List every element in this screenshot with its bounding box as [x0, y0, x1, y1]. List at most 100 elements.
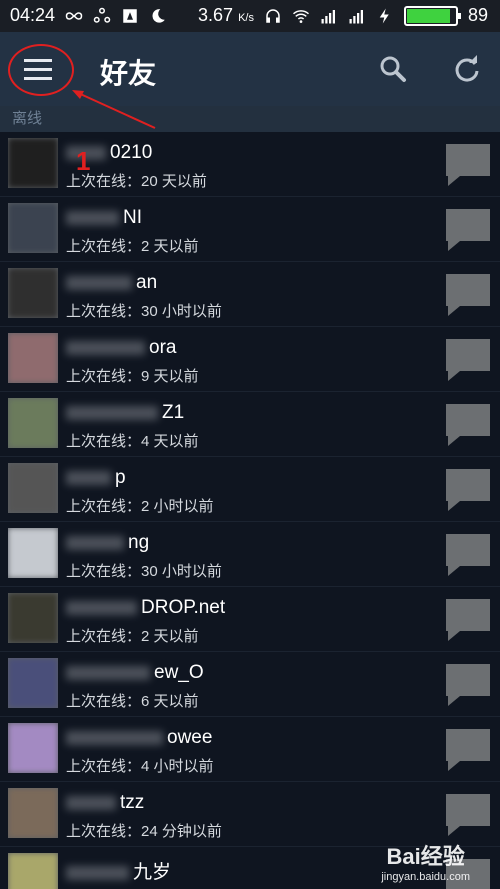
name-redaction [66, 405, 158, 420]
avatar-image [8, 138, 58, 188]
charging-icon [379, 8, 389, 23]
friend-name: NI [66, 207, 142, 229]
friend-row[interactable]: p 上次在线：2 小时以前 [0, 457, 500, 522]
friend-row[interactable]: Z1 上次在线：4 天以前 [0, 392, 500, 457]
avatar[interactable] [8, 333, 58, 383]
chat-icon[interactable] [444, 662, 492, 708]
wifi-icon [292, 9, 309, 23]
avatar[interactable] [8, 268, 58, 318]
last-online-status: 上次在线：6 天以前 [66, 693, 199, 710]
avatar[interactable] [8, 788, 58, 838]
friend-name: p [66, 467, 126, 489]
chat-icon[interactable] [444, 207, 492, 253]
avatar[interactable] [8, 593, 58, 643]
status-bar: 04:24 3.67 K/s 89 [0, 0, 500, 32]
friend-name: 0210 [66, 142, 152, 164]
friend-name-text: 九岁 [133, 862, 172, 883]
chat-icon[interactable] [444, 857, 492, 889]
chat-icon[interactable] [444, 727, 492, 773]
avatar-image [8, 528, 58, 578]
friend-list: 0210 上次在线：20 天以前 NI 上次在线：2 天以前 an 上次在线：30 小时以… [0, 132, 500, 889]
name-redaction [66, 340, 145, 355]
chat-icon[interactable] [444, 142, 492, 188]
chat-icon[interactable] [444, 337, 492, 383]
offline-section-header: 离线 [0, 106, 500, 132]
friend-name-text: Z1 [162, 402, 185, 423]
avatar[interactable] [8, 528, 58, 578]
app-bar: 好友 [0, 32, 500, 106]
friend-name-text: ng [128, 532, 150, 553]
friend-row[interactable]: 0210 上次在线：20 天以前 [0, 132, 500, 197]
clock: 04:24 [10, 5, 56, 25]
chat-icon[interactable] [444, 792, 492, 838]
speed-unit: K/s [238, 12, 254, 24]
friend-row[interactable]: ora 上次在线：9 天以前 [0, 327, 500, 392]
name-redaction [66, 600, 137, 615]
avatar[interactable] [8, 853, 58, 889]
name-redaction [66, 795, 116, 810]
friend-name-text: an [136, 272, 158, 293]
last-online-status: 上次在线：30 小时以前 [66, 563, 222, 580]
avatar[interactable] [8, 463, 58, 513]
name-redaction [66, 275, 132, 290]
name-redaction [66, 145, 106, 160]
avatar[interactable] [8, 138, 58, 188]
avatar[interactable] [8, 203, 58, 253]
last-online-status: 上次在线：2 天以前 [66, 628, 199, 645]
chat-icon[interactable] [444, 402, 492, 448]
signal-icon [321, 9, 335, 23]
share-icon [93, 7, 111, 23]
friend-row[interactable]: 九岁 [0, 847, 500, 889]
avatar[interactable] [8, 658, 58, 708]
friend-row[interactable]: an 上次在线：30 小时以前 [0, 262, 500, 327]
last-online-status: 上次在线：30 小时以前 [66, 303, 222, 320]
chat-icon[interactable] [444, 272, 492, 318]
last-online-status: 上次在线：2 小时以前 [66, 498, 214, 515]
avatar-image [8, 268, 58, 318]
avatar-image [8, 593, 58, 643]
friend-name: tzz [66, 792, 144, 814]
friend-name: DROP.net [66, 597, 225, 619]
battery-percent: 89 [467, 5, 488, 25]
chat-icon[interactable] [444, 532, 492, 578]
friend-row[interactable]: DROP.net 上次在线：2 天以前 [0, 587, 500, 652]
avatar-image [8, 723, 58, 773]
friend-name: ng [66, 532, 149, 554]
avatar-image [8, 463, 58, 513]
avatar-image [8, 658, 58, 708]
friend-name-text: tzz [120, 792, 145, 813]
name-redaction [66, 470, 111, 485]
friend-name-text: ora [149, 337, 177, 358]
search-icon[interactable] [378, 54, 408, 84]
last-online-status: 上次在线：24 分钟以前 [66, 823, 222, 840]
friend-name: 九岁 [66, 857, 171, 884]
avatar[interactable] [8, 723, 58, 773]
avatar-image [8, 333, 58, 383]
last-online-status: 上次在线：4 小时以前 [66, 758, 214, 775]
battery-fill [406, 8, 450, 23]
friend-name-text: p [115, 467, 126, 488]
avatar[interactable] [8, 398, 58, 448]
chat-icon[interactable] [444, 597, 492, 643]
name-redaction [66, 865, 129, 880]
friend-name: an [66, 272, 157, 294]
menu-icon-line [24, 58, 52, 62]
menu-button[interactable] [12, 46, 64, 92]
headset-icon [266, 8, 280, 23]
friend-row[interactable]: ng 上次在线：30 小时以前 [0, 522, 500, 587]
menu-icon-line [24, 76, 52, 80]
friend-row[interactable]: NI 上次在线：2 天以前 [0, 197, 500, 262]
last-online-status: 上次在线：20 天以前 [66, 173, 207, 190]
battery-indicator [403, 5, 461, 26]
moon-icon [152, 8, 165, 23]
name-redaction [66, 210, 119, 225]
avatar-image [8, 853, 58, 889]
friend-name: ew_O [66, 662, 204, 684]
friend-row[interactable]: tzz 上次在线：24 分钟以前 [0, 782, 500, 847]
friend-name-text: owee [167, 727, 213, 748]
friend-row[interactable]: owee 上次在线：4 小时以前 [0, 717, 500, 782]
friend-row[interactable]: ew_O 上次在线：6 天以前 [0, 652, 500, 717]
chat-icon[interactable] [444, 467, 492, 513]
avatar-image [8, 788, 58, 838]
refresh-icon[interactable] [452, 54, 482, 84]
